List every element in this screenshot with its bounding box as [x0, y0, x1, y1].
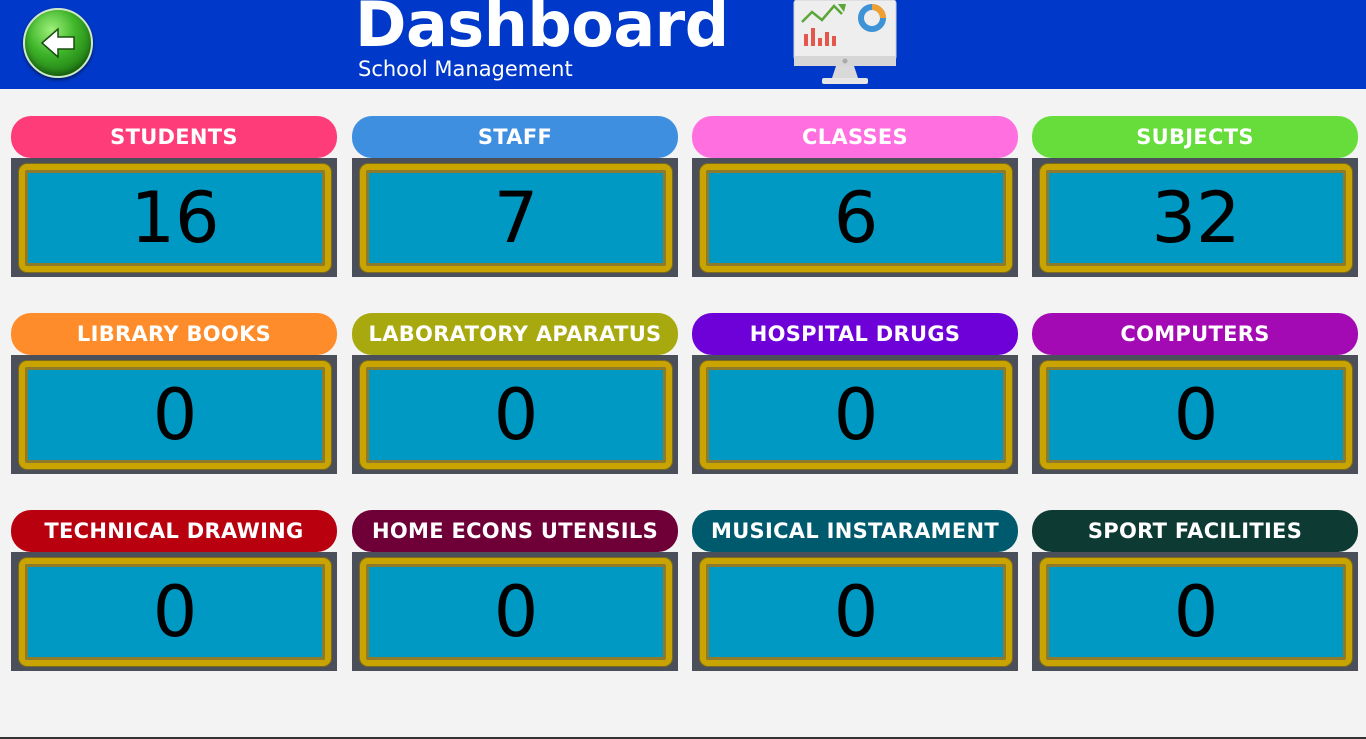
stat-card-label: SPORT FACILITIES [1032, 510, 1358, 552]
stat-card-label: STAFF [352, 116, 678, 158]
stat-card-frame: 0 [11, 552, 337, 671]
back-button[interactable] [23, 8, 93, 78]
stat-card-value-box: 16 [19, 164, 331, 272]
stat-card-value-box: 0 [19, 558, 331, 666]
stat-card-frame: 6 [692, 158, 1018, 277]
stat-card-label: MUSICAL INSTARAMENT [692, 510, 1018, 552]
stat-card-value: 0 [833, 374, 879, 456]
page-title: Dashboard [355, 0, 729, 61]
stat-card-label: HOME ECONS UTENSILS [352, 510, 678, 552]
stat-card-frame: 0 [11, 355, 337, 474]
stat-card[interactable]: CLASSES 6 [692, 116, 1018, 277]
stat-card-value-box: 0 [1040, 361, 1352, 469]
stat-card-frame: 0 [1032, 355, 1358, 474]
stat-card-frame: 0 [352, 552, 678, 671]
stat-card-value-box: 0 [700, 558, 1012, 666]
stat-card-frame: 32 [1032, 158, 1358, 277]
stat-card-label: CLASSES [692, 116, 1018, 158]
stat-card-frame: 0 [352, 355, 678, 474]
stat-card-value: 6 [833, 177, 879, 259]
stat-card-value: 0 [833, 571, 879, 653]
stat-card-value-box: 0 [1040, 558, 1352, 666]
stat-card[interactable]: HOME ECONS UTENSILS 0 [352, 510, 678, 671]
stat-card[interactable]: SPORT FACILITIES 0 [1032, 510, 1358, 671]
stat-card-label: LIBRARY BOOKS [11, 313, 337, 355]
stat-card-value-box: 0 [19, 361, 331, 469]
stat-card-value-box: 32 [1040, 164, 1352, 272]
stat-card-value: 0 [493, 374, 539, 456]
stat-card-value-box: 6 [700, 164, 1012, 272]
stat-card-value-box: 0 [360, 558, 672, 666]
stat-card[interactable]: LABORATORY APARATUS 0 [352, 313, 678, 474]
stat-card[interactable]: MUSICAL INSTARAMENT 0 [692, 510, 1018, 671]
stat-card-label: TECHNICAL DRAWING [11, 510, 337, 552]
stat-card-value: 0 [152, 571, 198, 653]
stat-card-value: 16 [130, 177, 220, 259]
stat-card-label: STUDENTS [11, 116, 337, 158]
stat-card-frame: 16 [11, 158, 337, 277]
stat-card-value-box: 7 [360, 164, 672, 272]
stat-card-frame: 0 [1032, 552, 1358, 671]
stat-card-frame: 7 [352, 158, 678, 277]
monitor-chart-icon [793, 0, 897, 84]
stat-card-value: 32 [1151, 177, 1241, 259]
stat-card-value: 0 [493, 571, 539, 653]
stat-card-label: SUBJECTS [1032, 116, 1358, 158]
header-bar: Dashboard School Management [0, 0, 1366, 89]
stat-card-value: 7 [493, 177, 539, 259]
stat-card[interactable]: STUDENTS 16 [11, 116, 337, 277]
stat-card-label: LABORATORY APARATUS [352, 313, 678, 355]
stat-card-value-box: 0 [700, 361, 1012, 469]
stat-card[interactable]: HOSPITAL DRUGS 0 [692, 313, 1018, 474]
stat-card[interactable]: TECHNICAL DRAWING 0 [11, 510, 337, 671]
stat-card-label: HOSPITAL DRUGS [692, 313, 1018, 355]
stat-card[interactable]: LIBRARY BOOKS 0 [11, 313, 337, 474]
stat-card[interactable]: STAFF 7 [352, 116, 678, 277]
stat-card[interactable]: COMPUTERS 0 [1032, 313, 1358, 474]
stat-card-frame: 0 [692, 355, 1018, 474]
stat-card-value: 0 [1173, 374, 1219, 456]
stat-card-value: 0 [1173, 571, 1219, 653]
back-arrow-icon [40, 27, 75, 59]
page-subtitle: School Management [358, 57, 573, 81]
stat-card-label: COMPUTERS [1032, 313, 1358, 355]
stat-card[interactable]: SUBJECTS 32 [1032, 116, 1358, 277]
stat-card-value: 0 [152, 374, 198, 456]
stat-card-frame: 0 [692, 552, 1018, 671]
stat-card-value-box: 0 [360, 361, 672, 469]
